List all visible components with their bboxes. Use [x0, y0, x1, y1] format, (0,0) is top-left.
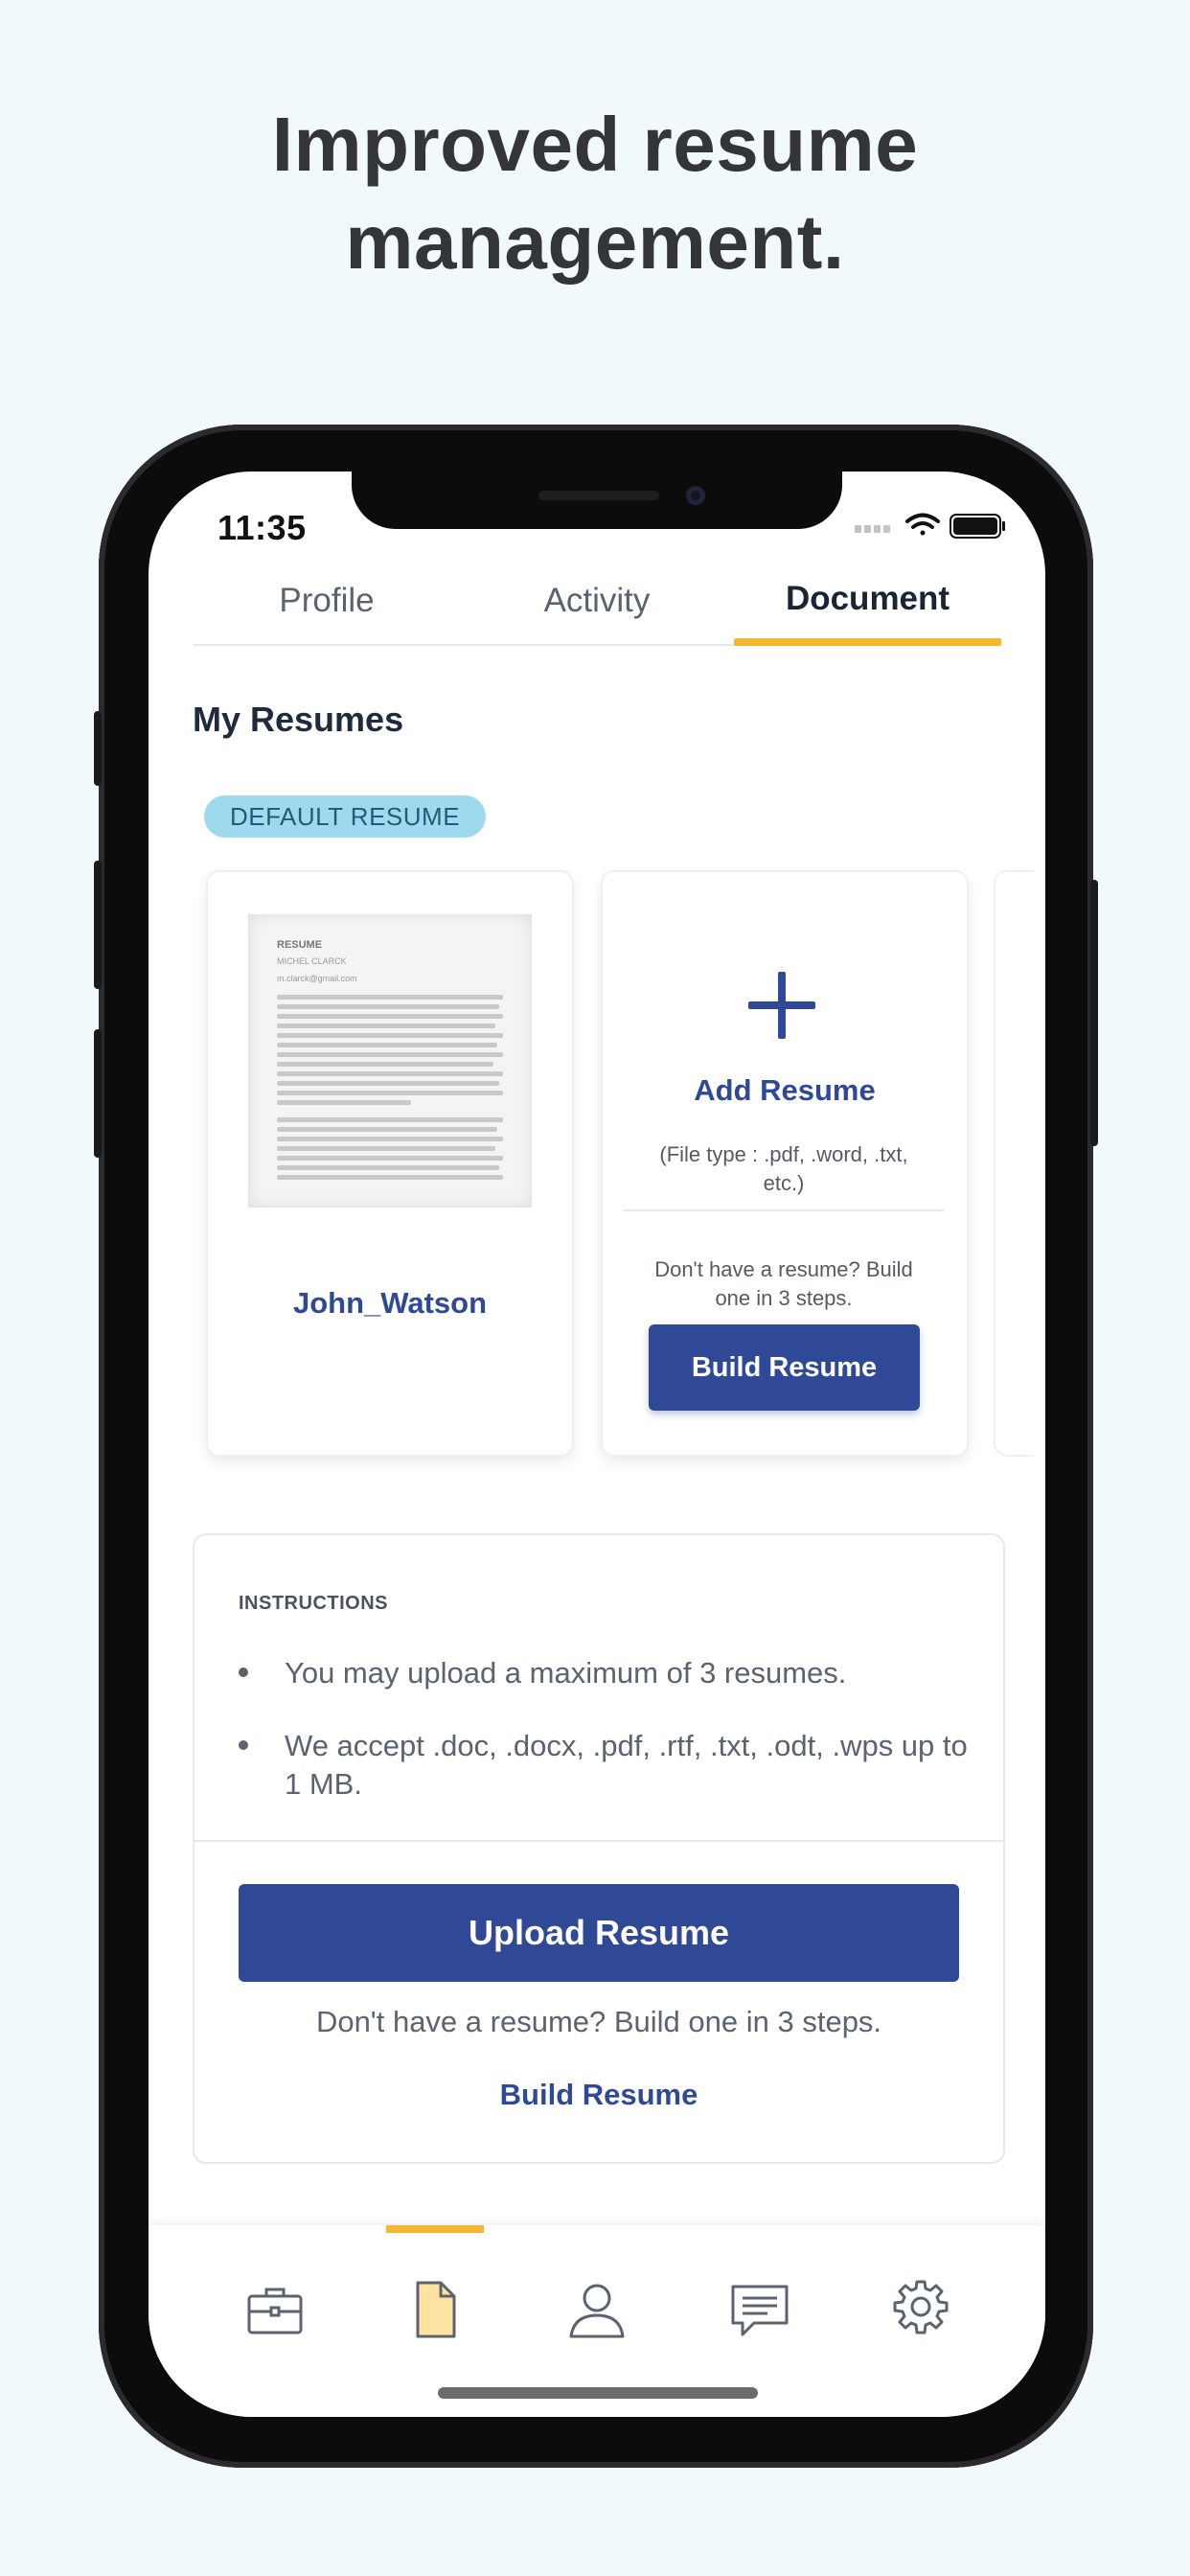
bullet [239, 1740, 248, 1750]
app-screen: 11:35 Profile Activity Document My Resum… [149, 472, 1045, 2417]
cellular-signal-icon [855, 525, 890, 533]
speaker-grille [538, 491, 659, 500]
build-resume-button[interactable]: Build Resume [649, 1324, 920, 1411]
tab-activity[interactable]: Activity [501, 575, 693, 644]
resume-card[interactable]: RESUME MICHEL CLARCK m.clarck@gmail.com … [206, 870, 574, 1457]
build-resume-link[interactable]: Build Resume [195, 2078, 1003, 2112]
profile-icon[interactable] [566, 2279, 628, 2340]
headline-line-1: Improved resume [271, 102, 919, 187]
document-icon[interactable] [404, 2279, 466, 2340]
upload-resume-button[interactable]: Upload Resume [239, 1884, 959, 1982]
status-icons [855, 513, 1005, 539]
thumbnail-text-line [277, 1175, 503, 1180]
tab-profile[interactable]: Profile [231, 575, 423, 644]
home-indicator[interactable] [438, 2387, 758, 2399]
instructions-divider [195, 1840, 1003, 1842]
phone-mute-switch [94, 711, 102, 786]
instructions-panel: INSTRUCTIONS You may upload a maximum of… [193, 1533, 1005, 2164]
phone-volume-up-button [94, 861, 102, 989]
nav-active-indicator [386, 2225, 484, 2233]
thumbnail-person: MICHEL CLARCK [277, 956, 347, 966]
thumbnail-text-line [277, 1004, 499, 1009]
resume-thumbnail[interactable]: RESUME MICHEL CLARCK m.clarck@gmail.com [248, 914, 532, 1208]
plus-icon[interactable] [748, 972, 815, 1039]
thumbnail-title: RESUME [277, 939, 323, 951]
thumbnail-text-line [277, 1014, 503, 1019]
tab-document[interactable]: Document [734, 575, 1001, 644]
thumbnail-text-line [277, 1117, 503, 1122]
tab-active-indicator [734, 638, 1001, 646]
thumbnail-text-line [277, 1033, 503, 1038]
thumbnail-text-line [277, 1024, 495, 1028]
file-type-hint: (File type : .pdf, .word, .txt, etc.) [659, 1142, 908, 1195]
thumbnail-text-line [277, 1137, 503, 1141]
thumbnail-text-line [277, 1071, 503, 1076]
thumbnail-text-line [277, 1165, 499, 1170]
front-camera [686, 486, 705, 505]
instruction-item: You may upload a maximum of 3 resumes. [285, 1656, 847, 1690]
add-resume-card[interactable]: Add Resume (File type : .pdf, .word, .tx… [601, 870, 969, 1457]
default-resume-badge: DEFAULT RESUME [204, 795, 486, 838]
next-card-peek [994, 870, 1034, 1457]
headline-line-2: management. [345, 199, 845, 285]
bullet [239, 1668, 248, 1677]
no-resume-text: Don't have a resume? Build one in 3 step… [315, 2005, 882, 2038]
message-icon[interactable] [729, 2279, 790, 2340]
settings-icon[interactable] [890, 2279, 951, 2340]
add-resume-title[interactable]: Add Resume [603, 1073, 967, 1108]
thumbnail-text-line [277, 1052, 503, 1057]
headline: Improved resume management. [0, 96, 1190, 291]
battery-icon [950, 514, 1005, 539]
thumbnail-text-line [277, 1146, 495, 1151]
thumbnail-text-line [277, 1156, 503, 1161]
thumbnail-text-line [277, 1127, 497, 1132]
thumbnail-text-line [277, 1091, 503, 1095]
resume-name[interactable]: John_Watson [208, 1286, 572, 1321]
section-title: My Resumes [193, 700, 404, 739]
instructions-heading: INSTRUCTIONS [239, 1593, 388, 1614]
no-resume-hint: Don't have a resume? Build one in 3 step… [654, 1257, 913, 1310]
thumbnail-text-line [277, 995, 503, 1000]
briefcase-icon[interactable] [244, 2279, 306, 2340]
thumbnail-text-line [277, 1100, 411, 1105]
phone-power-button [1090, 880, 1098, 1146]
instruction-item: We accept .doc, .docx, .pdf, .rtf, .txt,… [285, 1729, 968, 1801]
wifi-icon [905, 513, 940, 536]
thumbnail-text-line [277, 1062, 493, 1067]
notch [352, 472, 842, 529]
card-divider [624, 1209, 944, 1211]
thumbnail-text-line [277, 1081, 499, 1086]
status-time: 11:35 [217, 508, 307, 547]
thumbnail-email: m.clarck@gmail.com [277, 974, 357, 983]
thumbnail-text-line [277, 1043, 497, 1047]
tab-bar: Profile Activity Document [193, 575, 1001, 646]
phone-volume-down-button [94, 1029, 102, 1158]
